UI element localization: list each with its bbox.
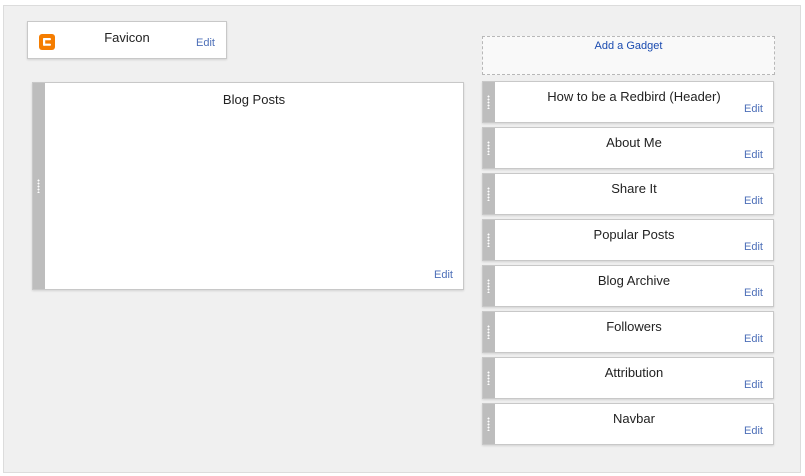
grip-icon xyxy=(487,141,490,155)
edit-link[interactable]: Edit xyxy=(744,103,763,115)
gadget-header[interactable]: How to be a Redbird (Header) Edit xyxy=(482,81,774,123)
drag-handle[interactable] xyxy=(483,128,495,168)
drag-handle[interactable] xyxy=(483,82,495,122)
gadget-title: Blog Archive xyxy=(597,273,671,288)
edit-link[interactable]: Edit xyxy=(196,37,215,49)
gadget-popular-posts[interactable]: Popular Posts Edit xyxy=(482,219,774,261)
gadget-followers[interactable]: Followers Edit xyxy=(482,311,774,353)
drag-handle[interactable] xyxy=(483,266,495,306)
widget-title: Blog Posts xyxy=(222,92,286,107)
edit-link[interactable]: Edit xyxy=(744,195,763,207)
grip-icon xyxy=(487,417,490,431)
drag-handle[interactable] xyxy=(483,358,495,398)
edit-link[interactable]: Edit xyxy=(744,241,763,253)
edit-link[interactable]: Edit xyxy=(744,425,763,437)
gadget-title: About Me xyxy=(606,135,662,150)
blog-posts-widget[interactable]: Blog Posts Edit xyxy=(32,82,464,290)
gadget-attribution[interactable]: Attribution Edit xyxy=(482,357,774,399)
drag-handle[interactable] xyxy=(33,83,45,289)
grip-icon xyxy=(487,233,490,247)
favicon-widget: Favicon Edit xyxy=(27,21,227,59)
gadget-blog-archive[interactable]: Blog Archive Edit xyxy=(482,265,774,307)
drag-handle[interactable] xyxy=(483,312,495,352)
drag-handle[interactable] xyxy=(483,220,495,260)
grip-icon xyxy=(487,325,490,339)
drag-handle[interactable] xyxy=(483,404,495,444)
grip-icon xyxy=(487,279,490,293)
gadget-title: Navbar xyxy=(613,411,655,426)
gadget-share-it[interactable]: Share It Edit xyxy=(482,173,774,215)
edit-link[interactable]: Edit xyxy=(744,287,763,299)
grip-icon xyxy=(487,371,490,385)
drag-handle[interactable] xyxy=(483,174,495,214)
gadget-navbar[interactable]: Navbar Edit xyxy=(482,403,774,445)
grip-icon xyxy=(487,95,490,109)
edit-link[interactable]: Edit xyxy=(744,379,763,391)
edit-link[interactable]: Edit xyxy=(744,149,763,161)
gadget-title: Share It xyxy=(611,181,657,196)
add-gadget-link[interactable]: Add a Gadget xyxy=(482,36,775,75)
gadget-title: How to be a Redbird (Header) xyxy=(547,89,721,104)
gadget-about-me[interactable]: About Me Edit xyxy=(482,127,774,169)
edit-link[interactable]: Edit xyxy=(744,333,763,345)
gadget-title: Followers xyxy=(606,319,662,334)
gadget-title: Attribution xyxy=(604,365,664,380)
widget-title: Favicon xyxy=(104,30,150,45)
grip-icon xyxy=(37,179,40,193)
gadget-title: Popular Posts xyxy=(593,227,675,242)
edit-link[interactable]: Edit xyxy=(434,269,453,281)
grip-icon xyxy=(487,187,490,201)
blogger-icon xyxy=(39,34,55,50)
